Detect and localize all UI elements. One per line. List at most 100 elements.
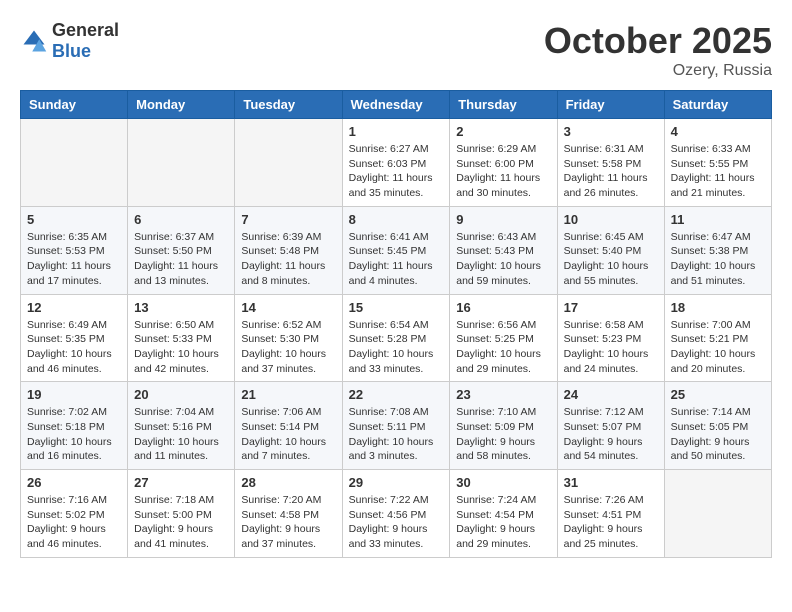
day-info: Sunrise: 7:20 AM Sunset: 4:58 PM Dayligh…: [241, 493, 335, 552]
day-info: Sunrise: 7:08 AM Sunset: 5:11 PM Dayligh…: [349, 405, 444, 464]
calendar-cell: 31Sunrise: 7:26 AM Sunset: 4:51 PM Dayli…: [557, 470, 664, 558]
day-number: 18: [671, 300, 765, 315]
logo-general: General: [52, 20, 119, 40]
day-info: Sunrise: 6:31 AM Sunset: 5:58 PM Dayligh…: [564, 142, 658, 201]
day-info: Sunrise: 6:56 AM Sunset: 5:25 PM Dayligh…: [456, 318, 550, 377]
day-number: 13: [134, 300, 228, 315]
day-info: Sunrise: 7:24 AM Sunset: 4:54 PM Dayligh…: [456, 493, 550, 552]
day-info: Sunrise: 6:41 AM Sunset: 5:45 PM Dayligh…: [349, 230, 444, 289]
calendar-cell: 24 Sunrise: 7:12 AM Sunset: 5:07 PM Dayli…: [557, 382, 664, 470]
calendar-cell: 19 Sunrise: 7:02 AM Sunset: 5:18 PM Dayli…: [21, 382, 128, 470]
day-number: 2: [456, 124, 550, 139]
day-info: Sunrise: 7:06 AM Sunset: 5:14 PM Dayligh…: [241, 405, 335, 464]
calendar-cell: 27 Sunrise: 7:18 AM Sunset: 5:00 PM Dayli…: [128, 470, 235, 558]
day-number: 29: [349, 475, 444, 490]
day-info: Sunrise: 7:10 AM Sunset: 5:09 PM Dayligh…: [456, 405, 550, 464]
calendar-cell: 15Sunrise: 6:54 AM Sunset: 5:28 PM Dayli…: [342, 294, 450, 382]
calendar-cell: 3 Sunrise: 6:31 AM Sunset: 5:58 PM Daylig…: [557, 119, 664, 207]
logo-text: General Blue: [52, 20, 119, 62]
weekday-header: Wednesday: [342, 91, 450, 119]
day-number: 24: [564, 387, 658, 402]
day-info: Sunrise: 6:45 AM Sunset: 5:40 PM Dayligh…: [564, 230, 658, 289]
calendar-cell: 7 Sunrise: 6:39 AM Sunset: 5:48 PM Daylig…: [235, 206, 342, 294]
day-number: 14: [241, 300, 335, 315]
calendar-header-row: SundayMondayTuesdayWednesdayThursdayFrid…: [21, 91, 772, 119]
day-number: 28: [241, 475, 335, 490]
day-info: Sunrise: 6:39 AM Sunset: 5:48 PM Dayligh…: [241, 230, 335, 289]
day-number: 27: [134, 475, 228, 490]
day-number: 11: [671, 212, 765, 227]
calendar-cell: 2 Sunrise: 6:29 AM Sunset: 6:00 PM Daylig…: [450, 119, 557, 207]
logo: General Blue: [20, 20, 119, 62]
day-info: Sunrise: 6:35 AM Sunset: 5:53 PM Dayligh…: [27, 230, 121, 289]
day-info: Sunrise: 6:49 AM Sunset: 5:35 PM Dayligh…: [27, 318, 121, 377]
page-header: General Blue October 2025 Ozery, Russia: [20, 20, 772, 80]
day-number: 8: [349, 212, 444, 227]
day-number: 9: [456, 212, 550, 227]
weekday-header: Tuesday: [235, 91, 342, 119]
day-number: 25: [671, 387, 765, 402]
day-info: Sunrise: 7:18 AM Sunset: 5:00 PM Dayligh…: [134, 493, 228, 552]
day-info: Sunrise: 6:29 AM Sunset: 6:00 PM Dayligh…: [456, 142, 550, 201]
calendar-cell: 4 Sunrise: 6:33 AM Sunset: 5:55 PM Daylig…: [664, 119, 771, 207]
day-info: Sunrise: 7:12 AM Sunset: 5:07 PM Dayligh…: [564, 405, 658, 464]
calendar-cell: 30 Sunrise: 7:24 AM Sunset: 4:54 PM Dayli…: [450, 470, 557, 558]
calendar-cell: 26Sunrise: 7:16 AM Sunset: 5:02 PM Dayli…: [21, 470, 128, 558]
day-number: 3: [564, 124, 658, 139]
weekday-header: Monday: [128, 91, 235, 119]
location-subtitle: Ozery, Russia: [544, 62, 772, 80]
calendar-cell: 16 Sunrise: 6:56 AM Sunset: 5:25 PM Dayli…: [450, 294, 557, 382]
calendar-cell: 6 Sunrise: 6:37 AM Sunset: 5:50 PM Daylig…: [128, 206, 235, 294]
day-info: Sunrise: 6:33 AM Sunset: 5:55 PM Dayligh…: [671, 142, 765, 201]
calendar-cell: 12 Sunrise: 6:49 AM Sunset: 5:35 PM Dayli…: [21, 294, 128, 382]
calendar-row: 1Sunrise: 6:27 AM Sunset: 6:03 PM Daylig…: [21, 119, 772, 207]
title-block: October 2025 Ozery, Russia: [544, 20, 772, 80]
day-number: 31: [564, 475, 658, 490]
day-number: 16: [456, 300, 550, 315]
day-info: Sunrise: 6:47 AM Sunset: 5:38 PM Dayligh…: [671, 230, 765, 289]
calendar-cell: [128, 119, 235, 207]
calendar-cell: 5 Sunrise: 6:35 AM Sunset: 5:53 PM Daylig…: [21, 206, 128, 294]
calendar-row: 5 Sunrise: 6:35 AM Sunset: 5:53 PM Daylig…: [21, 206, 772, 294]
day-number: 4: [671, 124, 765, 139]
day-number: 5: [27, 212, 121, 227]
day-number: 10: [564, 212, 658, 227]
day-info: Sunrise: 6:52 AM Sunset: 5:30 PM Dayligh…: [241, 318, 335, 377]
day-info: Sunrise: 7:02 AM Sunset: 5:18 PM Dayligh…: [27, 405, 121, 464]
calendar-cell: 25 Sunrise: 7:14 AM Sunset: 5:05 PM Dayli…: [664, 382, 771, 470]
day-info: Sunrise: 6:37 AM Sunset: 5:50 PM Dayligh…: [134, 230, 228, 289]
day-number: 7: [241, 212, 335, 227]
day-number: 6: [134, 212, 228, 227]
day-info: Sunrise: 6:27 AM Sunset: 6:03 PM Dayligh…: [349, 142, 444, 201]
day-info: Sunrise: 7:16 AM Sunset: 5:02 PM Dayligh…: [27, 493, 121, 552]
day-info: Sunrise: 6:54 AM Sunset: 5:28 PM Dayligh…: [349, 318, 444, 377]
day-number: 19: [27, 387, 121, 402]
calendar-cell: 20Sunrise: 7:04 AM Sunset: 5:16 PM Dayli…: [128, 382, 235, 470]
calendar-cell: 8 Sunrise: 6:41 AM Sunset: 5:45 PM Daylig…: [342, 206, 450, 294]
calendar-row: 19 Sunrise: 7:02 AM Sunset: 5:18 PM Dayli…: [21, 382, 772, 470]
logo-blue: Blue: [52, 41, 91, 61]
calendar-cell: 11 Sunrise: 6:47 AM Sunset: 5:38 PM Dayli…: [664, 206, 771, 294]
calendar-cell: 10 Sunrise: 6:45 AM Sunset: 5:40 PM Dayli…: [557, 206, 664, 294]
day-number: 21: [241, 387, 335, 402]
day-info: Sunrise: 7:22 AM Sunset: 4:56 PM Dayligh…: [349, 493, 444, 552]
calendar-cell: 18 Sunrise: 7:00 AM Sunset: 5:21 PM Dayli…: [664, 294, 771, 382]
day-info: Sunrise: 7:14 AM Sunset: 5:05 PM Dayligh…: [671, 405, 765, 464]
calendar-cell: [664, 470, 771, 558]
calendar-cell: 28 Sunrise: 7:20 AM Sunset: 4:58 PM Dayli…: [235, 470, 342, 558]
weekday-header: Friday: [557, 91, 664, 119]
calendar-cell: 9Sunrise: 6:43 AM Sunset: 5:43 PM Daylig…: [450, 206, 557, 294]
calendar-cell: 1Sunrise: 6:27 AM Sunset: 6:03 PM Daylig…: [342, 119, 450, 207]
calendar-table: SundayMondayTuesdayWednesdayThursdayFrid…: [20, 90, 772, 558]
logo-icon: [20, 27, 48, 55]
day-number: 23: [456, 387, 550, 402]
calendar-cell: 22Sunrise: 7:08 AM Sunset: 5:11 PM Dayli…: [342, 382, 450, 470]
calendar-cell: 29 Sunrise: 7:22 AM Sunset: 4:56 PM Dayli…: [342, 470, 450, 558]
weekday-header: Saturday: [664, 91, 771, 119]
day-number: 30: [456, 475, 550, 490]
day-info: Sunrise: 6:58 AM Sunset: 5:23 PM Dayligh…: [564, 318, 658, 377]
calendar-cell: 14 Sunrise: 6:52 AM Sunset: 5:30 PM Dayli…: [235, 294, 342, 382]
day-number: 12: [27, 300, 121, 315]
day-info: Sunrise: 6:50 AM Sunset: 5:33 PM Dayligh…: [134, 318, 228, 377]
day-info: Sunrise: 7:00 AM Sunset: 5:21 PM Dayligh…: [671, 318, 765, 377]
